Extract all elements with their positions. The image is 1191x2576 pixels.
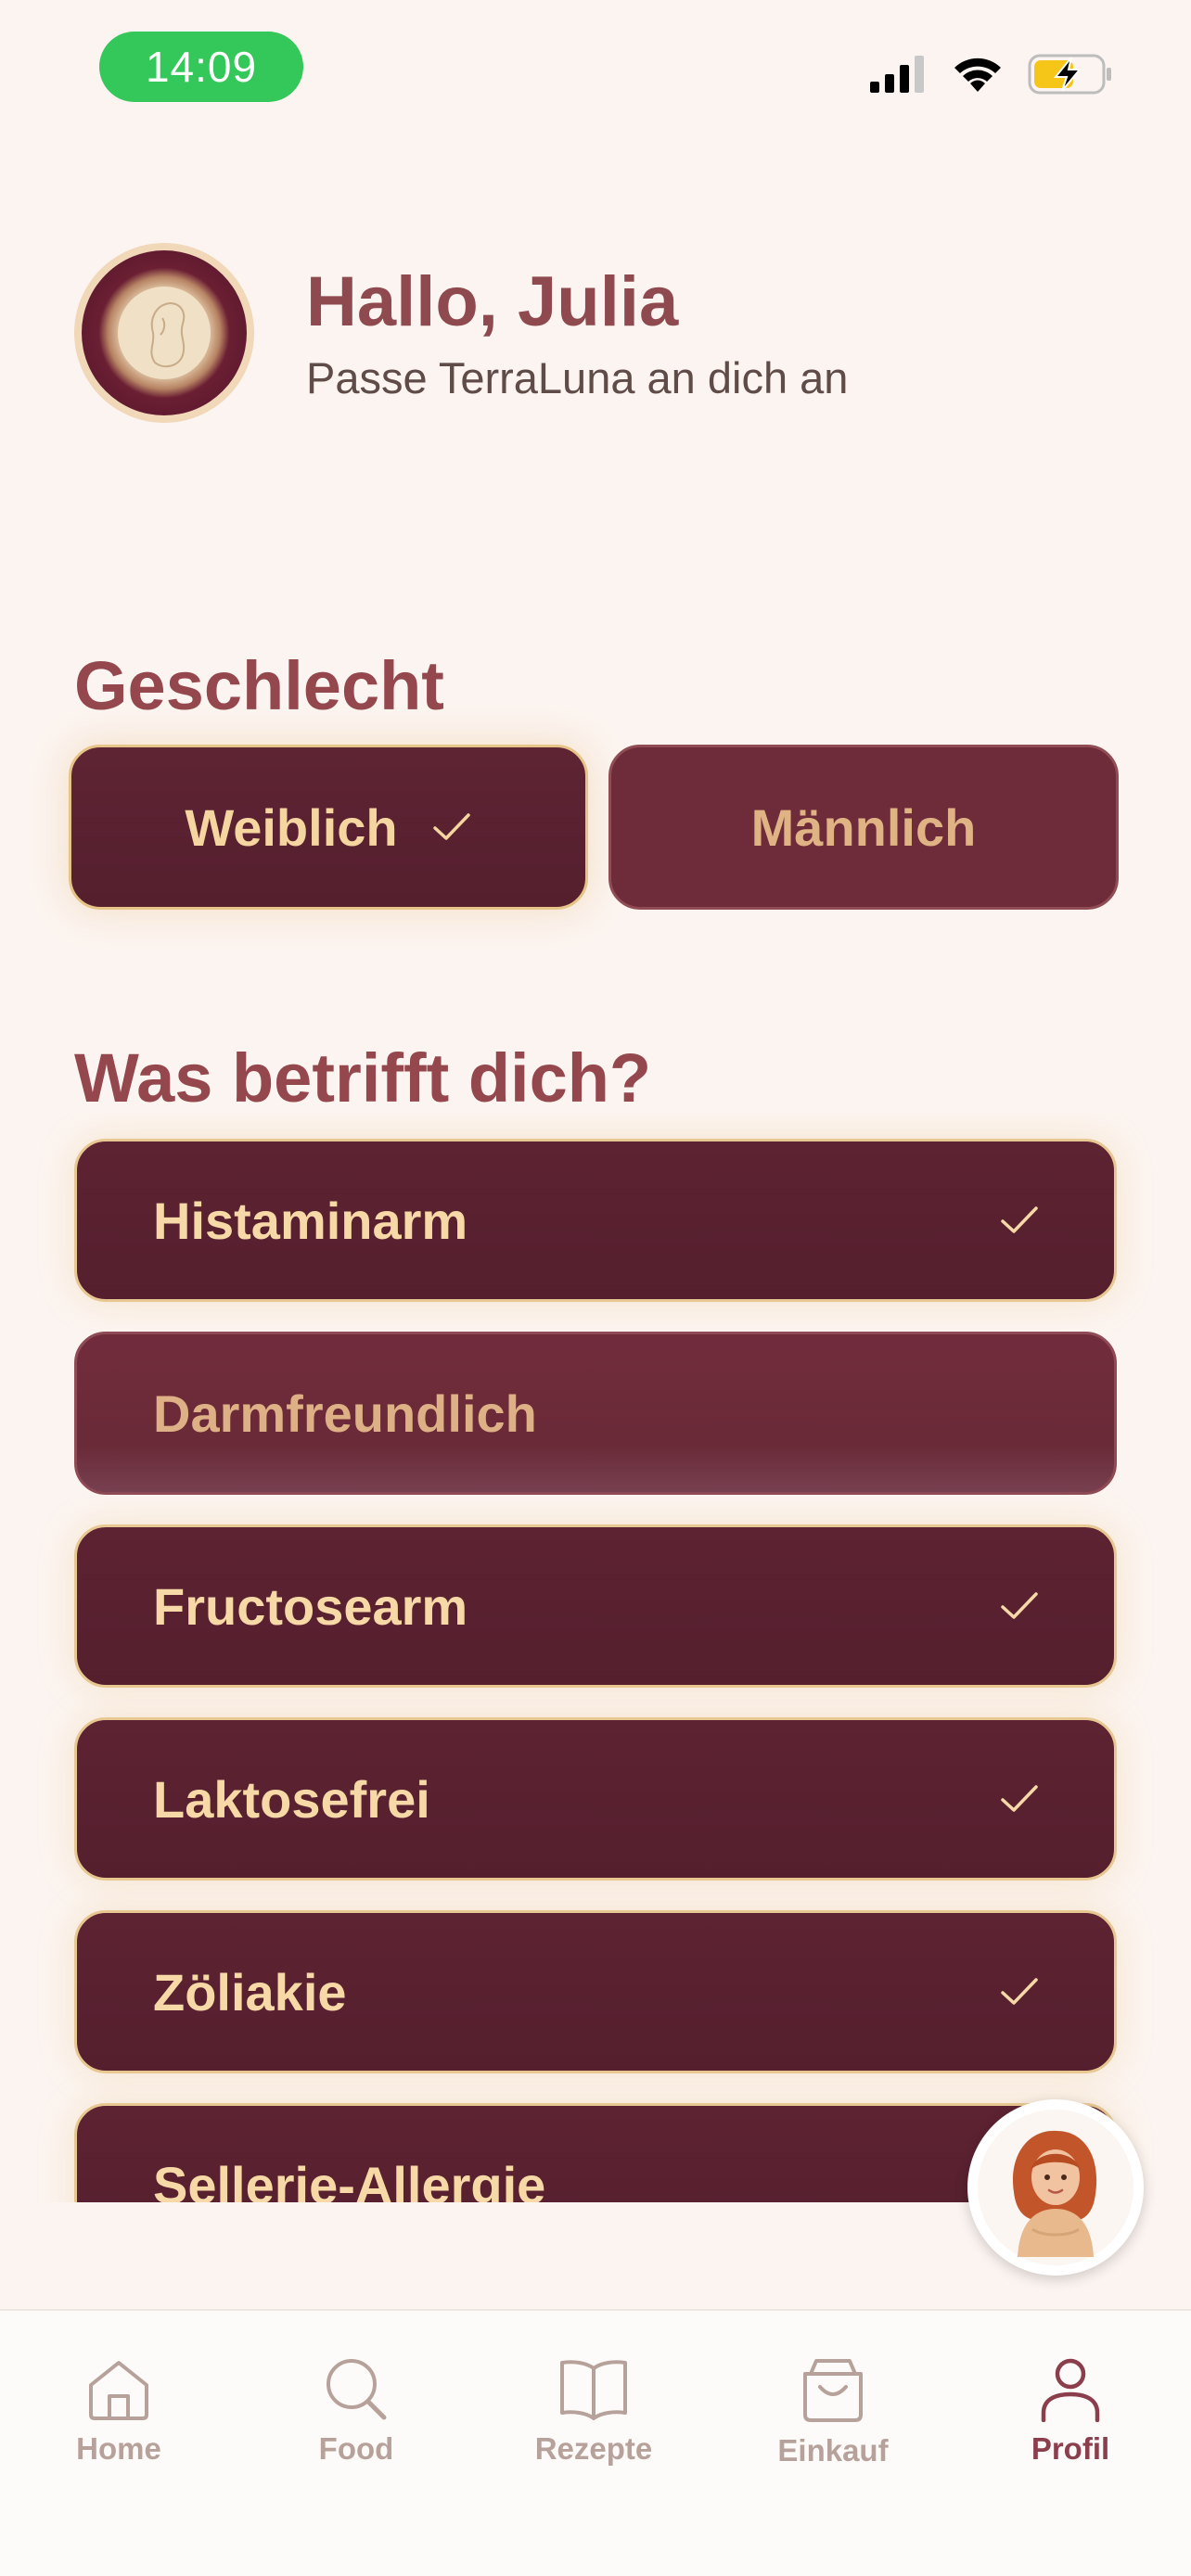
option-fructosearm[interactable]: Fructosearm	[74, 1524, 1117, 1688]
tab-profil[interactable]: Profil	[978, 2355, 1163, 2467]
concerns-list: Histaminarm Darmfreundlich Fructosearm L…	[0, 1113, 1191, 2202]
option-sellerie-allergie[interactable]: Sellerie-Allergie	[74, 2103, 1117, 2202]
option-laktosefrei[interactable]: Laktosefrei	[74, 1717, 1117, 1881]
wifi-icon	[954, 57, 1001, 92]
gender-male-button[interactable]: Männlich	[608, 745, 1119, 910]
gender-female-button[interactable]: Weiblich	[69, 745, 588, 910]
option-label: Laktosefrei	[153, 1769, 430, 1829]
moon-avatar-image	[82, 250, 247, 415]
person-icon	[1041, 2358, 1100, 2422]
status-time: 14:09	[99, 32, 303, 102]
shopping-bag-icon	[803, 2359, 863, 2422]
status-icons	[870, 54, 1113, 95]
gender-section-title: Geschlecht	[74, 647, 444, 724]
option-label: Zöliakie	[153, 1962, 347, 2021]
battery-charging-icon	[1028, 54, 1111, 95]
option-zoeliakie[interactable]: Zöliakie	[74, 1910, 1117, 2073]
checkmark-icon	[1001, 1206, 1038, 1233]
option-label: Histaminarm	[153, 1191, 468, 1250]
profile-screen: 14:09 Hallo, Julia Passe TerraLuna an di…	[0, 0, 1191, 2576]
tab-einkauf[interactable]: Einkauf	[740, 2355, 926, 2468]
assistant-avatar-button[interactable]	[967, 2099, 1144, 2276]
concerns-section-title: Was betrifft dich?	[74, 1039, 652, 1116]
search-icon	[327, 2359, 387, 2420]
greeting-subtitle: Passe TerraLuna an dich an	[306, 353, 849, 402]
tab-home[interactable]: Home	[26, 2355, 211, 2467]
checkmark-icon	[1001, 1978, 1038, 2005]
book-icon	[560, 2360, 627, 2420]
tab-rezepte[interactable]: Rezepte	[501, 2355, 686, 2467]
option-darmfreundlich[interactable]: Darmfreundlich	[74, 1332, 1117, 1495]
assistant-avatar-image	[978, 2110, 1133, 2265]
option-histaminarm[interactable]: Histaminarm	[74, 1139, 1117, 1302]
tab-rezepte-label: Rezepte	[534, 2431, 653, 2466]
checkmark-icon	[1001, 1785, 1038, 1812]
cellular-signal-icon	[870, 56, 924, 93]
gender-female-label: Weiblich	[185, 797, 398, 857]
greeting-title: Hallo, Julia	[306, 262, 679, 341]
checkmark-icon	[1001, 1592, 1038, 1619]
home-icon	[89, 2361, 148, 2420]
tab-profil-label: Profil	[1031, 2431, 1110, 2466]
option-label: Fructosearm	[153, 1576, 468, 1636]
option-label: Sellerie-Allergie	[153, 2155, 546, 2203]
tab-einkauf-label: Einkauf	[777, 2433, 889, 2468]
option-label: Darmfreundlich	[153, 1384, 537, 1443]
tab-home-label: Home	[76, 2431, 161, 2466]
user-avatar[interactable]	[74, 243, 254, 423]
tab-food[interactable]: Food	[263, 2355, 449, 2467]
tab-food-label: Food	[318, 2431, 394, 2466]
checkmark-icon	[432, 813, 470, 840]
gender-male-label: Männlich	[750, 797, 977, 857]
